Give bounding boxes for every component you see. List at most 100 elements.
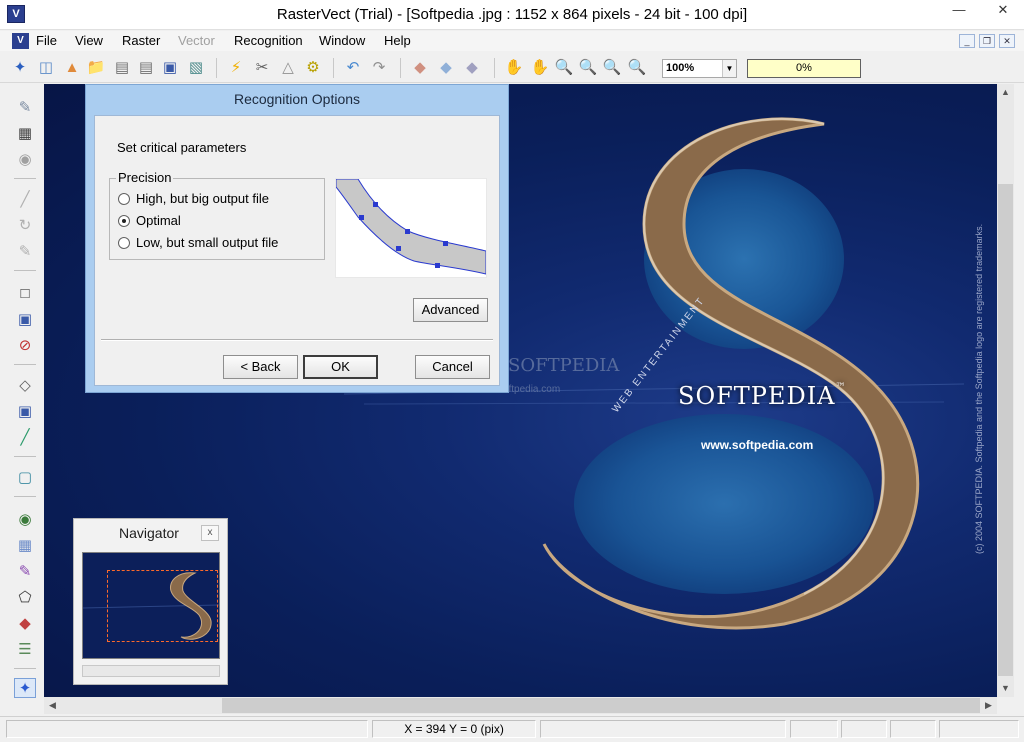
zoom-out-icon[interactable]: 🔍: [602, 58, 622, 78]
select-layer-icon[interactable]: ▣: [14, 310, 36, 330]
rotate-tool-icon[interactable]: ↻: [14, 216, 36, 236]
compass-tool-icon[interactable]: ✦: [14, 678, 36, 698]
hand-pan-icon[interactable]: ✋: [504, 58, 524, 78]
ok-button[interactable]: OK: [303, 355, 378, 379]
dialog-separator: [101, 339, 493, 341]
zoom-actual-icon[interactable]: 🔍: [627, 58, 647, 78]
rectangle-tool-icon[interactable]: ▢: [14, 468, 36, 488]
menu-vector: Vector: [178, 33, 215, 48]
dialog-title: Recognition Options: [233, 91, 361, 107]
magic-wand-icon[interactable]: ✦: [10, 58, 30, 78]
scan-icon[interactable]: ◫: [36, 58, 56, 78]
pencil-tool-icon[interactable]: ✎: [14, 242, 36, 262]
horizontal-scroll-thumb[interactable]: [222, 698, 980, 713]
navigator-title: Navigator: [119, 525, 179, 541]
lightning-icon[interactable]: ⚡: [226, 58, 246, 78]
mdi-restore-button[interactable]: ❐: [979, 34, 995, 48]
print-icon[interactable]: ▧: [186, 58, 206, 78]
brush-tool-icon[interactable]: ✎: [14, 98, 36, 118]
paste-icon[interactable]: ◆: [462, 58, 482, 78]
zoom-select[interactable]: 100% ▼: [662, 59, 737, 78]
status-panel-7: [939, 720, 1019, 738]
undo-icon[interactable]: ↶: [343, 58, 363, 78]
zoom-value: 100%: [666, 62, 695, 74]
menu-bar: V File View Raster Vector Recognition Wi…: [0, 31, 1024, 51]
radio-high[interactable]: [118, 193, 130, 205]
zoom-in-icon[interactable]: 🔍: [554, 58, 574, 78]
pen-tool-icon[interactable]: ✎: [14, 562, 36, 582]
vertical-scrollbar[interactable]: ▲ ▼: [997, 84, 1014, 697]
progress-indicator: 0%: [747, 59, 861, 78]
erase-icon[interactable]: △: [278, 58, 298, 78]
save-as-icon[interactable]: ▤: [136, 58, 156, 78]
title-bar: V RasterVect (Trial) - [Softpedia .jpg :…: [0, 0, 1024, 30]
mdi-minimize-button[interactable]: _: [959, 34, 975, 48]
navigator-scrollbar[interactable]: [82, 665, 220, 677]
scroll-down-icon[interactable]: ▼: [997, 680, 1014, 697]
fill-tool-icon[interactable]: ◉: [14, 510, 36, 530]
settings-gear-icon[interactable]: ⚙: [303, 58, 323, 78]
zoom-fit-icon[interactable]: 🔍: [578, 58, 598, 78]
radio-low[interactable]: [118, 237, 130, 249]
redo-icon[interactable]: ↷: [369, 58, 389, 78]
save-raster-icon[interactable]: ▤: [112, 58, 132, 78]
menu-help[interactable]: Help: [384, 33, 411, 48]
lasso-tool-icon[interactable]: ⬠: [14, 588, 36, 608]
no-entry-icon[interactable]: ⊘: [14, 336, 36, 356]
scroll-up-icon[interactable]: ▲: [997, 84, 1014, 101]
trademark-symbol: ™: [835, 382, 847, 393]
menu-window[interactable]: Window: [319, 33, 365, 48]
mdi-close-button[interactable]: ✕: [999, 34, 1015, 48]
hand-grab-icon[interactable]: ✋: [530, 58, 550, 78]
clean-tool-icon[interactable]: ◉: [14, 150, 36, 170]
import-icon[interactable]: ▲: [62, 58, 82, 78]
scroll-left-icon[interactable]: ◀: [44, 697, 61, 714]
menu-raster[interactable]: Raster: [122, 33, 160, 48]
back-button[interactable]: < Back: [223, 355, 298, 379]
image-brand-name: SOFTPEDIA: [678, 382, 836, 410]
navigator-close-button[interactable]: x: [201, 525, 219, 541]
cut-icon[interactable]: ✂: [252, 58, 272, 78]
left-toolbar: ✎ ▦ ◉ ╱ ↻ ✎ □ ▣ ⊘ ◇ ▣ ╱ ▢ ◉ ▦ ✎ ⬠ ◆ ☰ ✦: [0, 84, 44, 714]
status-panel-3: [540, 720, 786, 738]
status-panel-5: [841, 720, 887, 738]
navigator-thumbnail[interactable]: [82, 552, 220, 659]
line-tool-icon[interactable]: ╱: [14, 190, 36, 210]
window-title: RasterVect (Trial) - [Softpedia .jpg : 1…: [276, 6, 748, 23]
shapes-tool-icon[interactable]: ◆: [14, 614, 36, 634]
node-tool-icon[interactable]: ◇: [14, 376, 36, 396]
vertical-scroll-thumb[interactable]: [998, 184, 1013, 676]
dialog-body: Set critical parameters Precision High, …: [94, 115, 500, 386]
close-window-button[interactable]: ✕: [986, 0, 1020, 22]
radio-optimal-label: Optimal: [136, 213, 181, 228]
checker-tool-icon[interactable]: ▦: [14, 124, 36, 144]
precision-group-title: Precision: [116, 170, 174, 185]
menu-recognition[interactable]: Recognition: [234, 33, 303, 48]
save-vector-icon[interactable]: ▣: [160, 58, 180, 78]
scroll-right-icon[interactable]: ▶: [980, 697, 997, 714]
precision-preview: [335, 178, 487, 278]
layers-tool-icon[interactable]: ☰: [14, 640, 36, 660]
advanced-button[interactable]: Advanced: [413, 298, 488, 322]
navigator-viewport-rect[interactable]: [107, 570, 218, 642]
document-icon[interactable]: V: [12, 33, 29, 49]
image-copyright: (c) 2004 SOFTPEDIA. Softpedia and the So…: [974, 223, 984, 554]
menu-file[interactable]: File: [36, 33, 57, 48]
copy-icon[interactable]: ◆: [436, 58, 456, 78]
radio-low-label: Low, but small output file: [136, 235, 279, 250]
navigator-panel: Navigator x: [73, 518, 228, 685]
status-panel-6: [890, 720, 936, 738]
horizontal-scrollbar[interactable]: ◀ ▶: [44, 697, 997, 714]
open-folder-icon[interactable]: 📁: [86, 58, 106, 78]
radio-optimal[interactable]: [118, 215, 130, 227]
menu-view[interactable]: View: [75, 33, 103, 48]
select-rect-icon[interactable]: □: [14, 284, 36, 304]
cancel-button[interactable]: Cancel: [415, 355, 490, 379]
watermark-brand: SOFTPEDIA: [508, 355, 620, 376]
vector-select-icon[interactable]: ▣: [14, 402, 36, 422]
eraser-icon[interactable]: ◆: [410, 58, 430, 78]
chevron-down-icon[interactable]: ▼: [722, 60, 736, 77]
precision-group: Precision High, but big output file Opti…: [109, 170, 325, 260]
draw-line-icon[interactable]: ╱: [14, 428, 36, 448]
gradient-tool-icon[interactable]: ▦: [14, 536, 36, 556]
